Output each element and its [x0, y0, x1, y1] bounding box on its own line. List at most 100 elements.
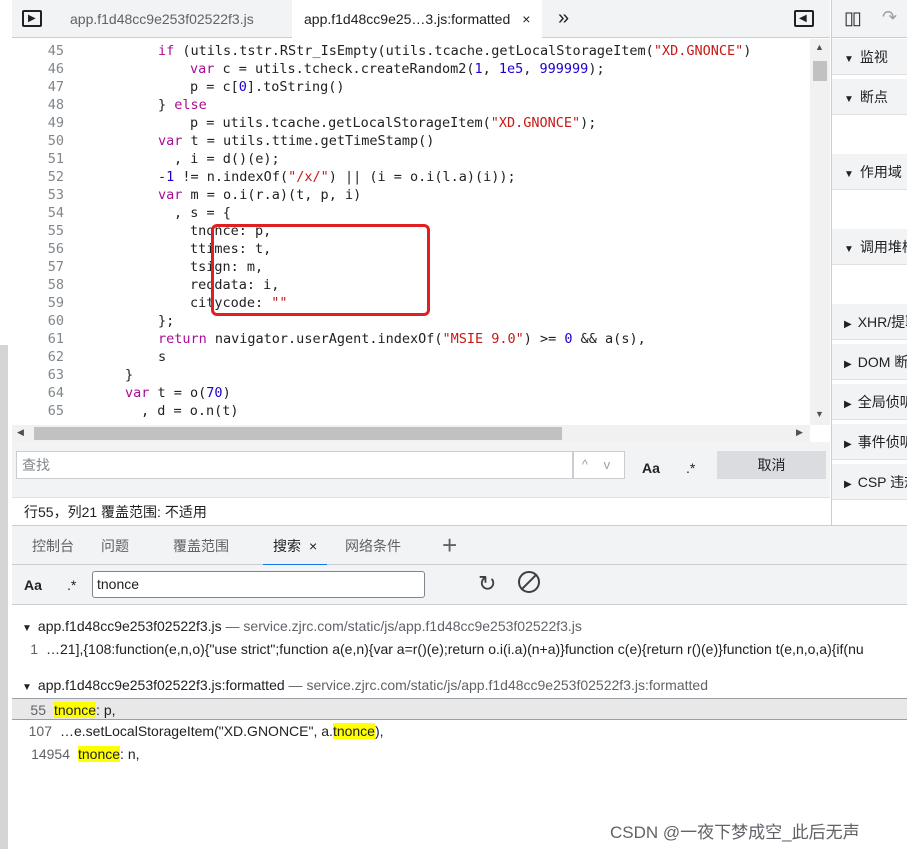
add-tab-icon[interactable]: +	[442, 530, 457, 560]
result-line-text: ),	[374, 723, 384, 739]
scroll-thumb[interactable]	[813, 61, 827, 81]
result-line[interactable]: 107 …e.setLocalStorageItem("XD.GNONCE", a…	[12, 720, 907, 742]
line-number[interactable]: 51	[12, 150, 64, 168]
collapse-arrow-icon[interactable]: ▼	[844, 169, 854, 180]
left-gutter	[0, 0, 12, 849]
sidebar-section[interactable]: ▶ 全局侦听器	[832, 384, 907, 420]
step-over-icon[interactable]: ↷	[882, 7, 897, 28]
expand-arrow-icon[interactable]: ▶	[844, 359, 852, 370]
sidebar-section[interactable]: ▶ CSP 违规断点	[832, 464, 907, 500]
line-number[interactable]: 58	[12, 276, 64, 294]
line-number[interactable]: 62	[12, 348, 64, 366]
tab-console[interactable]: 控制台	[32, 526, 74, 566]
find-prev-next[interactable]: ^ v	[573, 451, 625, 479]
line-number[interactable]: 56	[12, 240, 64, 258]
scroll-right-icon[interactable]: ▶	[796, 427, 803, 438]
tab-coverage[interactable]: 覆盖范围	[173, 526, 229, 566]
line-number[interactable]: 50	[12, 132, 64, 150]
sidebar-section[interactable]: ▼ 监视	[832, 39, 907, 75]
editor-horizontal-scrollbar[interactable]: ◀ ▶	[12, 425, 810, 442]
code-line[interactable]: 61 return navigator.userAgent.indexOf("MS…	[12, 330, 810, 348]
sidebar-section[interactable]: ▶ DOM 断点	[832, 344, 907, 380]
scroll-down-icon[interactable]: ▼	[815, 409, 824, 419]
clear-icon[interactable]	[518, 571, 540, 593]
collapse-arrow-icon[interactable]: ▼	[844, 94, 854, 105]
line-number[interactable]: 63	[12, 366, 64, 384]
collapse-arrow-icon[interactable]: ▼	[844, 244, 854, 255]
expand-arrow-icon[interactable]: ▼	[22, 682, 32, 693]
match-case-toggle[interactable]: Aa	[24, 577, 42, 593]
sidebar-section[interactable]: ▼ 作用域	[832, 154, 907, 190]
expand-arrow-icon[interactable]: ▶	[844, 399, 852, 410]
line-number[interactable]: 45	[12, 42, 64, 60]
cancel-button[interactable]: 取消	[717, 451, 826, 479]
code-line[interactable]: 62 s	[12, 348, 810, 366]
more-tabs-icon[interactable]: »	[558, 7, 569, 30]
tab-app-js-formatted[interactable]: app.f1d48cc9e25…3.js:formatted ×	[292, 0, 543, 38]
code-line[interactable]: 52 -1 != n.indexOf("/x/") || (i = o.i(l.a…	[12, 168, 810, 186]
sidebar-section[interactable]: ▶ 事件侦听器断点	[832, 424, 907, 460]
code-line[interactable]: 63}	[12, 366, 810, 384]
toggle-navigator-icon[interactable]: ▶	[22, 10, 42, 27]
line-number[interactable]: 55	[12, 222, 64, 240]
result-line[interactable]: 1 …21],{108:function(e,n,o){"use strict";…	[12, 638, 907, 660]
code-line[interactable]: 50 var t = utils.ttime.getTimeStamp()	[12, 132, 810, 150]
close-tab-icon[interactable]: ×	[309, 538, 317, 554]
code-line[interactable]: 51 , i = d()(e);	[12, 150, 810, 168]
tab-network-conditions[interactable]: 网络条件	[345, 526, 401, 566]
code-line[interactable]: 64 var t = o(70)	[12, 384, 810, 402]
close-tab-icon[interactable]: ×	[522, 11, 530, 27]
result-line[interactable]: 14954 tnonce: n,	[12, 743, 907, 765]
code-line[interactable]: 53 var m = o.i(r.a)(t, p, i)	[12, 186, 810, 204]
code-line[interactable]: 47 p = c[0].toString()	[12, 78, 810, 96]
editor-tab-bar: ▶ app.f1d48cc9e253f02522f3.js app.f1d48c…	[12, 0, 830, 38]
search-input[interactable]: tnonce	[92, 571, 425, 598]
code-line[interactable]: 48} else	[12, 96, 810, 114]
line-number[interactable]: 61	[12, 330, 64, 348]
code-line[interactable]: 45 if (utils.tstr.RStr_IsEmpty(utils.tcac…	[12, 42, 810, 60]
expand-arrow-icon[interactable]: ▶	[844, 319, 852, 330]
line-number[interactable]: 48	[12, 96, 64, 114]
expand-arrow-icon[interactable]: ▼	[22, 623, 32, 634]
line-number[interactable]: 60	[12, 312, 64, 330]
line-number[interactable]: 59	[12, 294, 64, 312]
code-line[interactable]: 49 p = utils.tcache.getLocalStorageItem("…	[12, 114, 810, 132]
result-line-number: 107	[28, 723, 52, 739]
code-line[interactable]: 54 , s = {	[12, 204, 810, 222]
line-number[interactable]: 64	[12, 384, 64, 402]
code-line[interactable]: 65 , d = o.n(t)	[12, 402, 810, 420]
tab-search[interactable]: 搜索 ×	[263, 526, 328, 566]
toggle-debugger-icon[interactable]: ◀	[794, 10, 814, 27]
line-number[interactable]: 65	[12, 402, 64, 420]
scroll-up-icon[interactable]: ▲	[815, 42, 824, 52]
line-number[interactable]: 52	[12, 168, 64, 186]
sidebar-section[interactable]: ▼ 调用堆栈	[832, 229, 907, 265]
scroll-left-icon[interactable]: ◀	[17, 427, 24, 438]
collapse-arrow-icon[interactable]: ▼	[844, 54, 854, 65]
code-text: };	[158, 313, 175, 329]
sidebar-section[interactable]: ▶ XHR/提取断点	[832, 304, 907, 340]
refresh-icon[interactable]: ↻	[478, 571, 496, 597]
editor-vertical-scrollbar[interactable]: ▲ ▼	[810, 39, 830, 425]
expand-arrow-icon[interactable]: ▶	[844, 479, 852, 490]
result-file-header[interactable]: ▼ app.f1d48cc9e253f02522f3.js — service.z…	[22, 618, 582, 634]
result-line[interactable]: 55 tnonce: p,	[12, 698, 907, 720]
pause-icon[interactable]: ▯▯	[844, 8, 862, 29]
line-number[interactable]: 53	[12, 186, 64, 204]
sidebar-section[interactable]: ▼ 断点	[832, 79, 907, 115]
code-line[interactable]: 46 var c = utils.tcheck.createRandom2(1, …	[12, 60, 810, 78]
tab-issues[interactable]: 问题	[101, 526, 129, 566]
tab-app-js[interactable]: app.f1d48cc9e253f02522f3.js	[60, 0, 264, 38]
find-input[interactable]: 查找	[16, 451, 573, 479]
result-file-header[interactable]: ▼ app.f1d48cc9e253f02522f3.js:formatted —…	[22, 677, 708, 693]
line-number[interactable]: 57	[12, 258, 64, 276]
regex-toggle[interactable]: .*	[686, 460, 695, 476]
line-number[interactable]: 46	[12, 60, 64, 78]
expand-arrow-icon[interactable]: ▶	[844, 439, 852, 450]
line-number[interactable]: 54	[12, 204, 64, 222]
line-number[interactable]: 47	[12, 78, 64, 96]
match-case-toggle[interactable]: Aa	[642, 460, 660, 476]
scroll-thumb[interactable]	[34, 427, 562, 440]
line-number[interactable]: 49	[12, 114, 64, 132]
regex-toggle[interactable]: .*	[67, 577, 76, 593]
